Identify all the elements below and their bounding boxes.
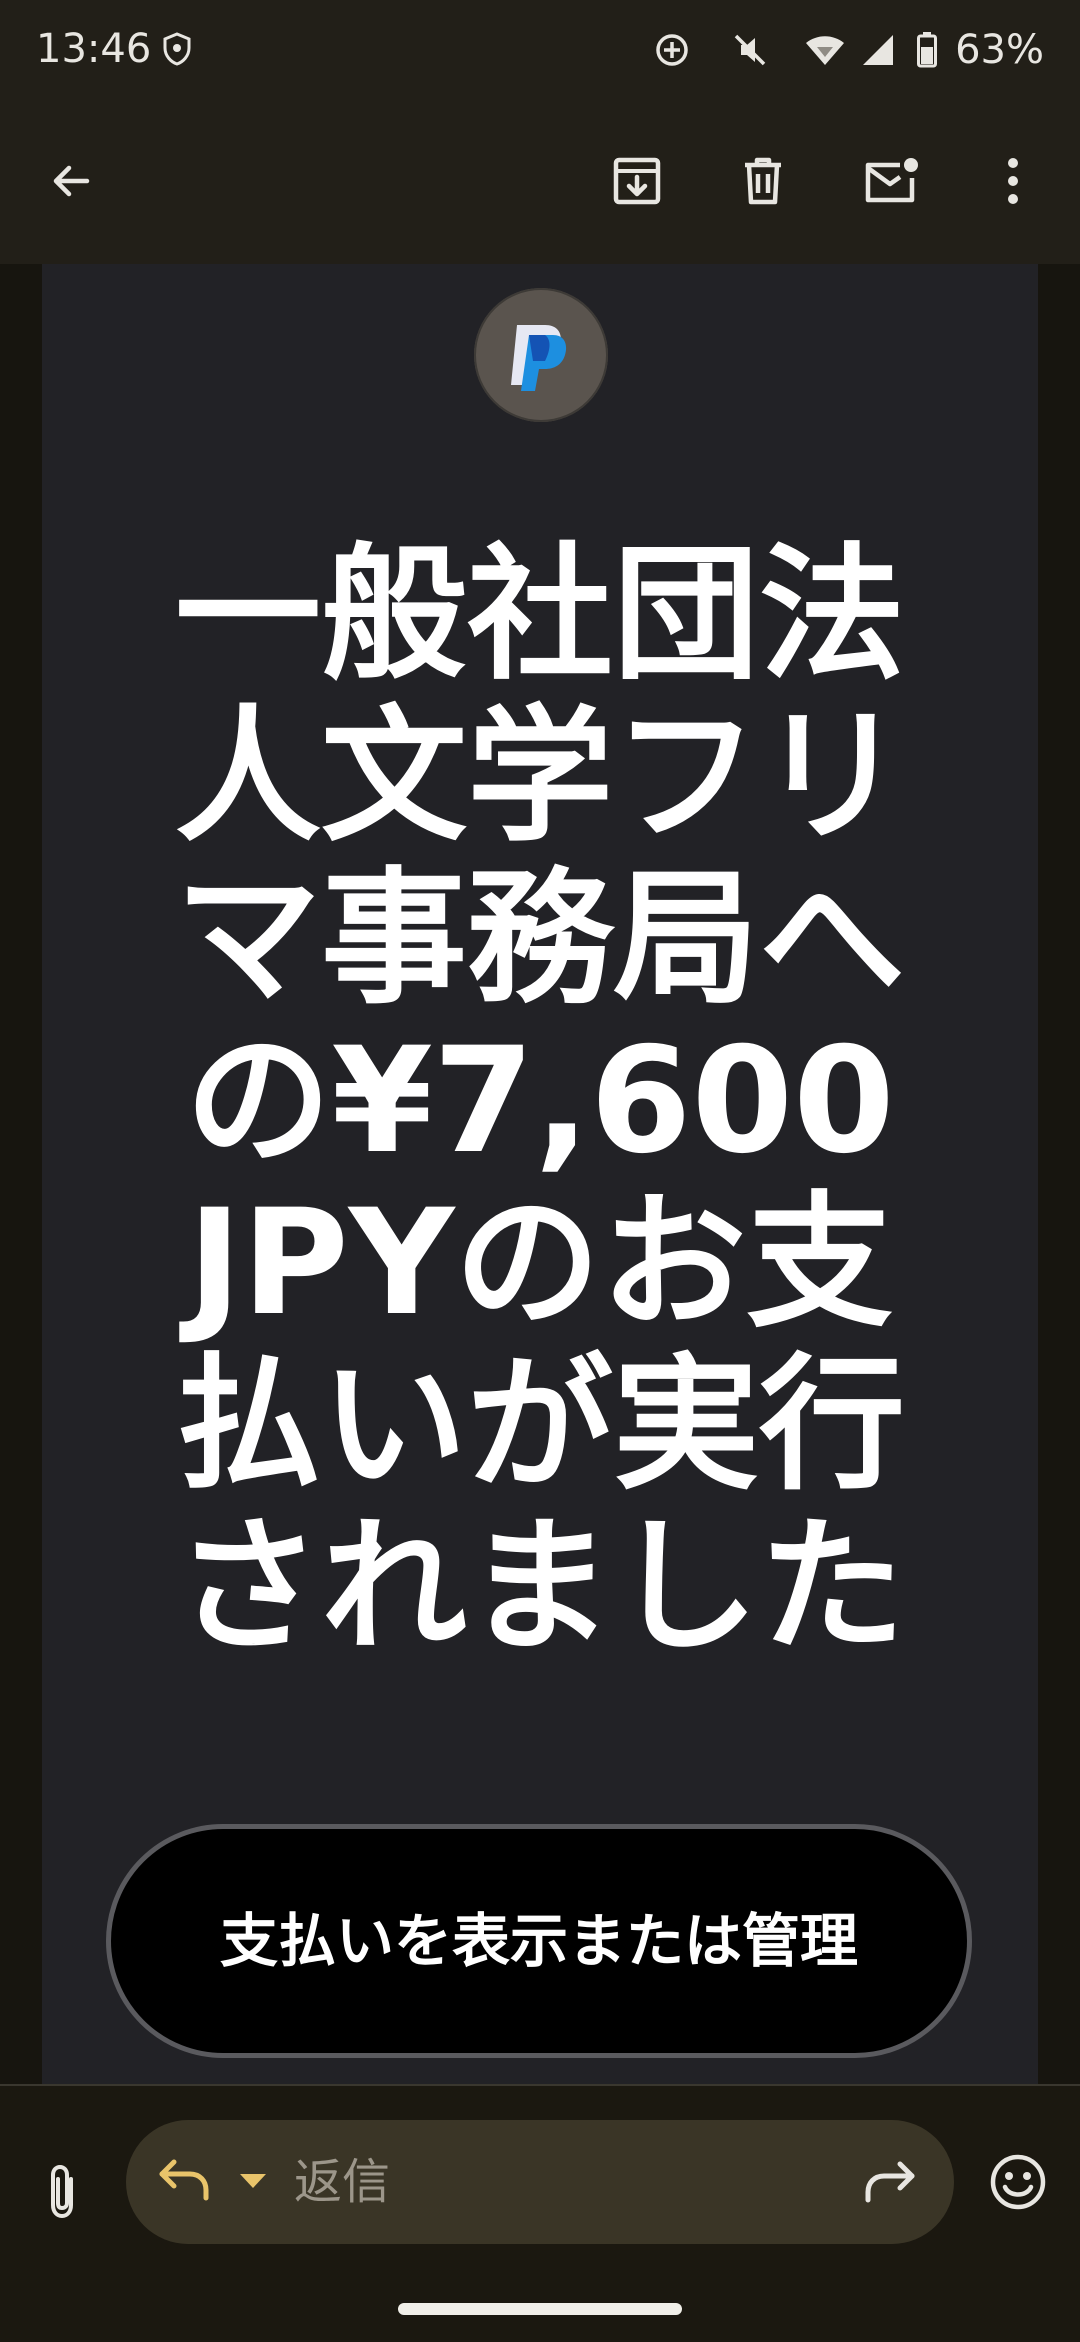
email-headline: 一般社団法人文学フリマ事務局への¥7,600 JPYのお支払いが実行されました (175, 530, 905, 1672)
mark-unread-icon[interactable] (846, 136, 936, 226)
back-arrow-icon[interactable] (26, 136, 116, 226)
data-saver-icon (653, 31, 691, 69)
email-body: 一般社団法人文学フリマ事務局への¥7,600 JPYのお支払いが実行されました … (42, 264, 1038, 2084)
emoji-icon[interactable] (980, 2144, 1056, 2220)
shield-icon (162, 32, 192, 70)
reply-placeholder: 返信 (294, 2154, 391, 2210)
cell-signal-icon (861, 33, 895, 67)
attachment-icon[interactable] (24, 2154, 100, 2230)
caret-down-icon[interactable] (238, 2172, 268, 2194)
battery-icon (917, 32, 938, 68)
delete-icon[interactable] (718, 136, 808, 226)
status-icons: 63% (653, 24, 1044, 76)
reply-compose-field[interactable]: 返信 (126, 2120, 954, 2244)
status-bar: 13:46 63% (0, 0, 1080, 100)
cta-label: 支払いを表示または管理 (219, 1907, 858, 1975)
battery-percent: 63% (955, 27, 1044, 73)
email-viewport[interactable]: 一般社団法人文学フリマ事務局への¥7,600 JPYのお支払いが実行されました … (0, 264, 1080, 2084)
home-indicator[interactable] (398, 2303, 682, 2315)
more-vert-icon[interactable] (968, 136, 1058, 226)
status-time: 13:46 (36, 26, 152, 72)
vibrate-off-icon (731, 31, 769, 69)
forward-icon[interactable] (862, 2156, 918, 2210)
wifi-icon (805, 33, 845, 67)
view-or-manage-payment-button[interactable]: 支払いを表示または管理 (106, 1824, 972, 2058)
reply-icon[interactable] (156, 2154, 212, 2208)
archive-icon[interactable] (592, 136, 682, 226)
email-toolbar (0, 100, 1080, 264)
paypal-logo (474, 288, 608, 422)
